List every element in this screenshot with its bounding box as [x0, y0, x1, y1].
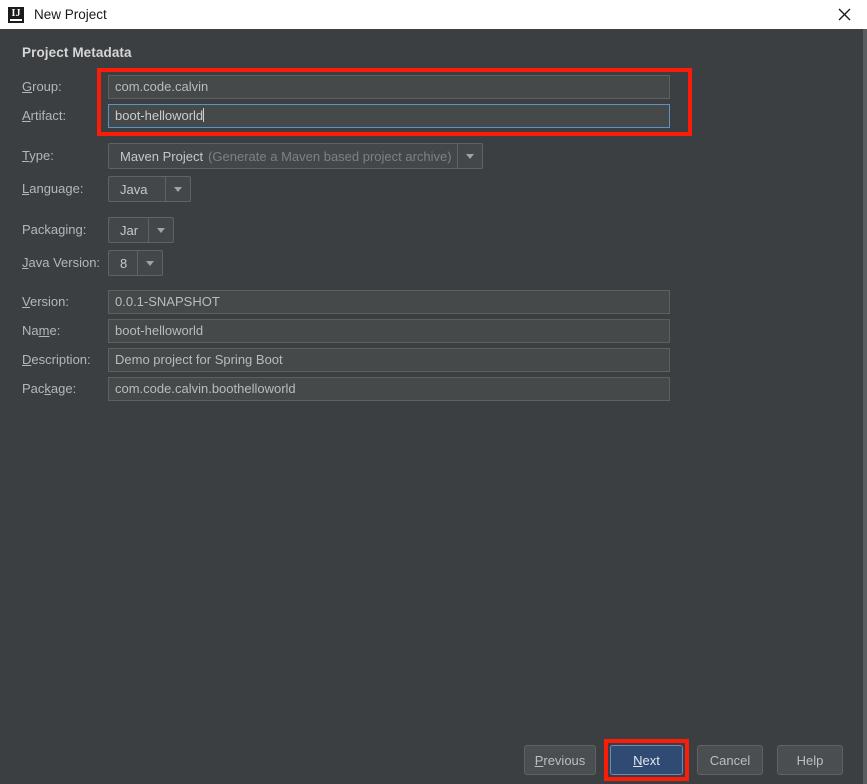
label-group: Group: — [22, 79, 62, 94]
intellij-idea-icon: IJ — [8, 6, 24, 23]
chevron-down-icon[interactable] — [165, 177, 190, 201]
language-combobox[interactable]: Java — [108, 176, 191, 202]
label-name: Name: — [22, 323, 61, 338]
cancel-button[interactable]: Cancel — [697, 745, 763, 775]
close-icon — [838, 8, 850, 21]
title-bar: IJ New Project — [0, 0, 867, 29]
packaging-combobox[interactable]: Jar — [108, 217, 174, 243]
window-right-border — [863, 29, 867, 784]
chevron-down-icon[interactable] — [457, 144, 482, 168]
label-version: Version: — [22, 294, 69, 309]
java-version-combobox-value: 8 — [120, 255, 128, 271]
page-title: Project Metadata — [22, 45, 132, 60]
dialog-content: Project Metadata Group: com.code.calvin … — [0, 29, 863, 784]
version-input[interactable]: 0.0.1-SNAPSHOT — [108, 290, 670, 314]
project-name-input[interactable]: boot-helloworld — [108, 319, 670, 343]
package-input[interactable]: com.code.calvin.boothelloworld — [108, 377, 670, 401]
next-button[interactable]: Next — [610, 745, 683, 775]
label-artifact: Artifact: — [22, 108, 67, 123]
text-caret — [203, 108, 205, 122]
label-packaging: Packaging: — [22, 222, 87, 237]
help-button[interactable]: Help — [777, 745, 843, 775]
chevron-down-icon[interactable] — [137, 251, 162, 275]
window-title: New Project — [34, 7, 107, 22]
chevron-down-icon[interactable] — [148, 218, 173, 242]
close-button[interactable] — [821, 0, 867, 29]
packaging-combobox-value: Jar — [120, 222, 139, 238]
language-combobox-value: Java — [120, 181, 148, 197]
label-java-version: Java Version: — [22, 255, 101, 270]
label-package: Package: — [22, 381, 77, 396]
label-description: Description: — [22, 352, 91, 367]
type-combobox[interactable]: Maven Project (Generate a Maven based pro… — [108, 143, 483, 169]
type-combobox-value: Maven Project (Generate a Maven based pro… — [120, 148, 452, 164]
group-input[interactable]: com.code.calvin — [108, 75, 670, 99]
artifact-input[interactable]: boot-helloworld — [108, 104, 670, 128]
label-language: Language: — [22, 181, 84, 196]
label-type: Type: — [22, 148, 54, 163]
previous-button[interactable]: Previous — [524, 745, 596, 775]
java-version-combobox[interactable]: 8 — [108, 250, 163, 276]
new-project-dialog: IJ New Project Project Metadata Group: c… — [0, 0, 867, 784]
description-input[interactable]: Demo project for Spring Boot — [108, 348, 670, 372]
